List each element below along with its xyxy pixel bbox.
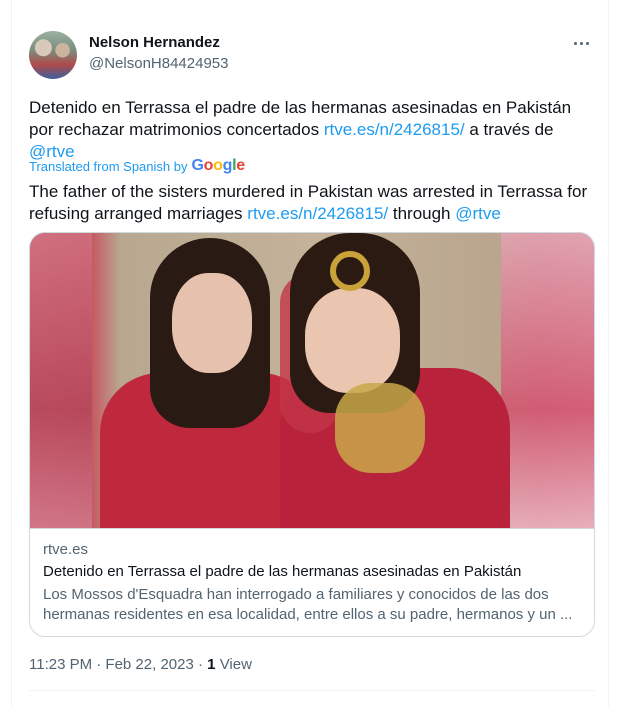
tweet-timestamp: 11:23 PM · Feb 22, 2023 · 1 View (29, 656, 252, 673)
preview-image[interactable] (30, 233, 594, 528)
link-preview-card[interactable]: rtve.es Detenido en Terrassa el padre de… (29, 232, 595, 637)
views-count: 1 (207, 656, 216, 673)
translated-link[interactable]: rtve.es/n/2426815/ (247, 204, 388, 223)
preview-title: Detenido en Terrassa el padre de las her… (43, 563, 522, 580)
original-via: a través de (469, 120, 554, 139)
avatar[interactable] (29, 31, 77, 79)
preview-meta[interactable]: rtve.es Detenido en Terrassa el padre de… (30, 528, 594, 636)
tweet-translated-text: The father of the sisters murdered in Pa… (29, 181, 595, 225)
google-logo: Google (191, 157, 245, 174)
preview-description: Los Mossos d'Esquadra han interrogado a … (43, 586, 573, 623)
original-link[interactable]: rtve.es/n/2426815/ (324, 120, 465, 139)
author-name[interactable]: Nelson Hernandez (89, 34, 220, 51)
tweet-header: Nelson Hernandez @NelsonH84424953 (29, 31, 595, 79)
translated-mention[interactable]: @rtve (455, 204, 501, 223)
divider (29, 690, 595, 691)
tweet-original-text: Detenido en Terrassa el padre de las her… (29, 97, 595, 163)
views-label: View (219, 656, 252, 673)
translated-label[interactable]: Translated from Spanish by (29, 159, 187, 174)
author-handle[interactable]: @NelsonH84424953 (89, 55, 229, 72)
translated-via: through (392, 204, 451, 223)
more-icon[interactable] (569, 33, 593, 53)
timestamp-text[interactable]: 11:23 PM · Feb 22, 2023 · (29, 656, 203, 673)
translation-attribution: Translated from Spanish by Google (29, 157, 245, 175)
preview-domain: rtve.es (43, 541, 89, 558)
